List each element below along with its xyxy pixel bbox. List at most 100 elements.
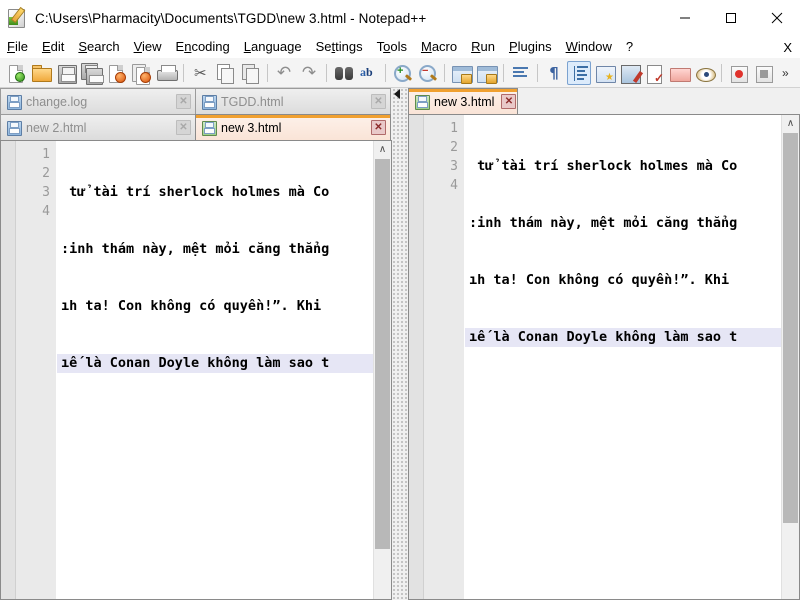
- menu-run[interactable]: Run: [464, 37, 502, 57]
- print-icon[interactable]: [154, 61, 178, 85]
- toolbar-separator: [503, 63, 504, 82]
- close-all-files-icon[interactable]: [129, 61, 153, 85]
- find-icon[interactable]: [331, 61, 355, 85]
- left-vertical-scrollbar[interactable]: ∧: [373, 141, 391, 599]
- menu-tools[interactable]: Tools: [370, 37, 414, 57]
- splitter-collapse-arrow-icon[interactable]: [394, 89, 400, 99]
- close-tab-icon[interactable]: ✕: [371, 94, 386, 109]
- document-map-icon[interactable]: [617, 61, 644, 85]
- maximize-button[interactable]: [708, 0, 754, 36]
- menu-encoding[interactable]: Encoding: [169, 37, 237, 57]
- file-disk-icon: [415, 94, 430, 110]
- right-line-number-gutter: 1 2 3 4: [424, 115, 464, 599]
- paste-icon[interactable]: [238, 61, 262, 85]
- notepadpp-window: C:\Users\Pharmacity\Documents\TGDD\new 3…: [0, 0, 800, 600]
- minimize-button[interactable]: [662, 0, 708, 36]
- close-tab-icon[interactable]: ✕: [176, 94, 191, 109]
- file-disk-icon: [7, 120, 22, 136]
- zoom-in-icon[interactable]: +: [390, 61, 414, 85]
- open-file-icon[interactable]: [29, 61, 53, 85]
- code-line: tử tài trí sherlock holmes mà Co: [469, 158, 738, 174]
- cut-icon[interactable]: ✂: [188, 61, 212, 85]
- sync-vertical-scrolling-icon[interactable]: [449, 61, 473, 85]
- menu-settings[interactable]: Settings: [309, 37, 370, 57]
- sync-horizontal-scrolling-icon[interactable]: [474, 61, 498, 85]
- menu-window[interactable]: Window: [559, 37, 619, 57]
- tab-label: new 3.html: [221, 120, 282, 135]
- notepad-plus-plus-icon: [7, 6, 27, 28]
- close-button[interactable]: [754, 0, 800, 36]
- right-bookmark-margin[interactable]: [409, 115, 424, 599]
- replace-icon[interactable]: ab: [356, 61, 380, 85]
- title-bar: C:\Users\Pharmacity\Documents\TGDD\new 3…: [0, 0, 800, 37]
- menu-language[interactable]: Language: [237, 37, 309, 57]
- tab-tgdd-html[interactable]: TGDD.html ✕: [195, 88, 391, 114]
- function-list-icon[interactable]: ✓: [642, 61, 666, 85]
- document-monitoring-icon[interactable]: [692, 61, 716, 85]
- left-tab-row-1: change.log ✕ TGDD.html ✕: [0, 88, 392, 114]
- tab-change-log[interactable]: change.log ✕: [0, 88, 196, 114]
- right-vertical-scrollbar[interactable]: ∧: [781, 115, 799, 599]
- close-tab-icon[interactable]: ✕: [371, 120, 386, 135]
- menu-macro[interactable]: Macro: [414, 37, 464, 57]
- save-all-icon[interactable]: [79, 61, 104, 85]
- toolbar-separator: [326, 63, 327, 82]
- tab-label: change.log: [26, 94, 88, 109]
- menu-view[interactable]: View: [127, 37, 169, 57]
- toolbar-separator: [537, 63, 538, 82]
- save-icon[interactable]: [54, 61, 78, 85]
- user-defined-dialog-icon[interactable]: ★: [592, 61, 616, 85]
- right-editor-area[interactable]: 1 2 3 4 tử tài trí sherlock holmes mà Co…: [408, 114, 800, 600]
- tab-new-3-html-left[interactable]: new 3.html ✕: [195, 114, 391, 140]
- tab-label: TGDD.html: [221, 94, 284, 109]
- zoom-out-icon[interactable]: −: [415, 61, 439, 85]
- right-code-text[interactable]: tử tài trí sherlock holmes mà Co :inh th…: [465, 119, 782, 599]
- active-tab-indicator: [409, 89, 517, 92]
- toolbar-separator: [267, 63, 268, 82]
- menu-file[interactable]: File: [0, 37, 35, 57]
- menu-bar: File Edit Search View Encoding Language …: [0, 36, 800, 58]
- line-number: 2: [450, 140, 458, 155]
- close-tab-icon[interactable]: ✕: [501, 94, 517, 109]
- line-number: 1: [450, 121, 458, 136]
- window-title: C:\Users\Pharmacity\Documents\TGDD\new 3…: [35, 10, 427, 26]
- code-line: tử tài trí sherlock holmes mà Co: [61, 184, 330, 200]
- menu-plugins[interactable]: Plugins: [502, 37, 559, 57]
- scroll-up-arrow-icon[interactable]: ∧: [782, 115, 799, 132]
- code-line: :inh thám này, mệt mỏi căng thẳng: [469, 215, 738, 231]
- start-recording-macro-icon[interactable]: [726, 61, 750, 85]
- line-number: 3: [42, 185, 50, 200]
- menu-help[interactable]: ?: [619, 37, 640, 57]
- undo-icon[interactable]: ↶: [272, 61, 296, 85]
- menu-edit[interactable]: Edit: [35, 37, 71, 57]
- copy-icon[interactable]: [213, 61, 237, 85]
- code-line: ıh ta! Con không có quyền!”. Khi: [61, 298, 322, 314]
- scrollbar-thumb[interactable]: [783, 133, 798, 523]
- redo-icon[interactable]: ↷: [297, 61, 321, 85]
- stop-recording-macro-icon[interactable]: [751, 61, 775, 85]
- show-all-characters-icon[interactable]: ¶: [542, 61, 566, 85]
- left-code-text[interactable]: tử tài trí sherlock holmes mà Co :inh th…: [57, 145, 374, 599]
- code-line-current: ıế là Conan Doyle không làm sao t: [57, 354, 374, 373]
- window-controls: [662, 0, 800, 36]
- tab-new-3-html-right[interactable]: new 3.html ✕: [408, 88, 518, 114]
- toolbar-overflow-button[interactable]: »: [782, 66, 789, 80]
- close-document-button[interactable]: X: [783, 40, 792, 55]
- close-file-icon[interactable]: [104, 61, 128, 85]
- folder-as-workspace-icon[interactable]: [667, 61, 691, 85]
- left-line-number-gutter: 1 2 3 4: [16, 141, 56, 599]
- menu-search[interactable]: Search: [71, 37, 126, 57]
- scrollbar-thumb[interactable]: [375, 159, 390, 549]
- left-bookmark-margin[interactable]: [1, 141, 16, 599]
- left-editor-area[interactable]: 1 2 3 4 tử tài trí sherlock holmes mà Co…: [0, 140, 392, 600]
- scroll-up-arrow-icon[interactable]: ∧: [374, 141, 391, 158]
- show-indent-guide-icon[interactable]: [567, 60, 591, 85]
- pane-splitter[interactable]: [392, 88, 408, 600]
- close-tab-icon[interactable]: ✕: [176, 120, 191, 135]
- tab-new-2-html[interactable]: new 2.html ✕: [0, 114, 196, 140]
- word-wrap-icon[interactable]: [508, 61, 532, 85]
- right-editor-pane: new 3.html ✕ 1 2 3 4 tử tài trí sherlock…: [408, 88, 800, 600]
- file-disk-icon: [202, 120, 217, 136]
- new-file-icon[interactable]: [4, 61, 28, 85]
- active-tab-indicator: [196, 115, 390, 118]
